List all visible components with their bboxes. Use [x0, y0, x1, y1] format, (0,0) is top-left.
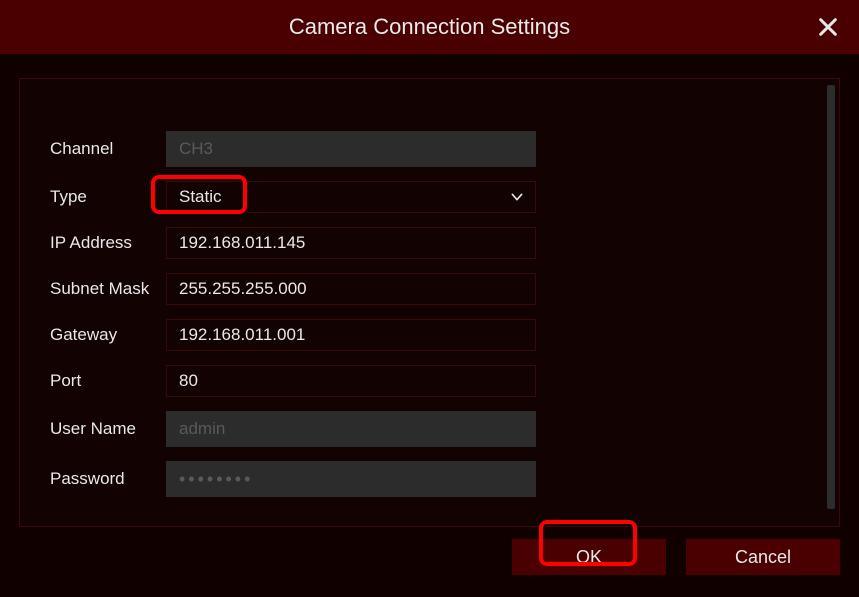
subnet-row: Subnet Mask 255.255.255.000 — [50, 273, 536, 305]
channel-value: CH3 — [179, 139, 213, 159]
password-row: Password •••••••• — [50, 461, 536, 497]
dialog-title: Camera Connection Settings — [289, 14, 570, 40]
port-row: Port 80 — [50, 365, 536, 397]
settings-form: Channel CH3 Type Static IP Address 192.1… — [50, 131, 536, 497]
subnet-field[interactable]: 255.255.255.000 — [166, 273, 536, 305]
subnet-value: 255.255.255.000 — [179, 279, 307, 299]
channel-row: Channel CH3 — [50, 131, 536, 167]
password-label: Password — [50, 469, 166, 489]
gateway-field[interactable]: 192.168.011.001 — [166, 319, 536, 351]
cancel-button[interactable]: Cancel — [686, 539, 840, 575]
type-select[interactable]: Static — [166, 181, 536, 213]
ok-button[interactable]: OK — [512, 539, 666, 575]
port-value: 80 — [179, 371, 198, 391]
chevron-down-icon — [509, 189, 525, 205]
ip-label: IP Address — [50, 233, 166, 253]
username-row: User Name admin — [50, 411, 536, 447]
username-label: User Name — [50, 419, 166, 439]
ip-row: IP Address 192.168.011.145 — [50, 227, 536, 259]
gateway-value: 192.168.011.001 — [179, 325, 305, 345]
close-icon — [817, 16, 839, 38]
gateway-label: Gateway — [50, 325, 166, 345]
close-button[interactable] — [815, 14, 841, 40]
username-value: admin — [179, 419, 225, 439]
dialog-footer: OK Cancel — [512, 539, 840, 575]
port-field[interactable]: 80 — [166, 365, 536, 397]
scrollbar[interactable] — [827, 85, 835, 509]
password-mask: •••••••• — [179, 469, 253, 490]
type-value: Static — [179, 187, 222, 207]
channel-field: CH3 — [166, 131, 536, 167]
type-row: Type Static — [50, 181, 536, 213]
gateway-row: Gateway 192.168.011.001 — [50, 319, 536, 351]
ip-field[interactable]: 192.168.011.145 — [166, 227, 536, 259]
username-field: admin — [166, 411, 536, 447]
port-label: Port — [50, 371, 166, 391]
content-panel: Channel CH3 Type Static IP Address 192.1… — [19, 78, 840, 527]
dialog-window: Camera Connection Settings Channel CH3 T… — [0, 0, 859, 597]
password-field: •••••••• — [166, 461, 536, 497]
channel-label: Channel — [50, 139, 166, 159]
type-label: Type — [50, 187, 166, 207]
titlebar: Camera Connection Settings — [0, 0, 859, 54]
ip-value: 192.168.011.145 — [179, 233, 305, 253]
subnet-label: Subnet Mask — [50, 279, 166, 299]
